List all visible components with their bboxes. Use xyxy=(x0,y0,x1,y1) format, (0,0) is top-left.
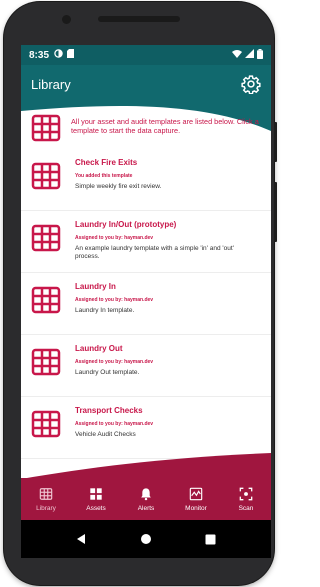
home-icon[interactable] xyxy=(138,531,154,547)
assets-icon xyxy=(90,487,102,500)
settings-gear-icon[interactable] xyxy=(241,74,261,95)
template-meta: Assigned to you by: hayman.dev xyxy=(75,297,154,303)
template-grid-icon xyxy=(31,223,61,253)
template-grid-icon xyxy=(31,161,61,191)
wifi-icon xyxy=(232,49,242,61)
template-info: Laundry In Assigned to you by: hayman.dev… xyxy=(75,281,245,315)
phone-frame: 8:35 Library All your asset and audit te… xyxy=(4,2,277,585)
front-camera xyxy=(62,15,71,24)
sync-icon xyxy=(54,49,63,61)
template-name: Laundry In/Out (prototype) xyxy=(75,220,177,229)
scan-icon xyxy=(239,487,253,500)
template-grid-icon xyxy=(31,409,61,439)
nav-monitor-label: Monitor xyxy=(185,504,207,512)
template-list-area: All your asset and audit templates are l… xyxy=(21,103,271,478)
power-button xyxy=(274,122,277,162)
nav-library[interactable]: Library xyxy=(21,478,71,520)
nav-scan[interactable]: Scan xyxy=(221,478,271,520)
app-bar: Library xyxy=(21,65,271,103)
page-title: Library xyxy=(31,76,71,92)
screen: 8:35 Library All your asset and audit te… xyxy=(21,45,271,558)
template-info: Laundry In/Out (prototype) Assigned to yo… xyxy=(75,219,245,261)
nav-scan-label: Scan xyxy=(238,504,254,512)
template-meta: Assigned to you by: hayman.dev xyxy=(75,421,154,427)
template-name: Check Fire Exits xyxy=(75,158,138,167)
signal-icon xyxy=(245,49,254,61)
system-navigation-bar xyxy=(21,520,271,558)
template-grid-icon xyxy=(31,285,61,315)
template-row[interactable]: Transport Checks Assigned to you by: haym… xyxy=(21,397,271,459)
template-description: Laundry Out template. xyxy=(75,369,140,376)
library-intro: All your asset and audit templates are l… xyxy=(21,103,271,149)
template-row[interactable]: Laundry In Assigned to you by: hayman.dev… xyxy=(21,273,271,335)
volume-button xyxy=(274,182,277,242)
nav-assets[interactable]: Assets xyxy=(71,478,121,520)
template-info: Transport Checks Assigned to you by: haym… xyxy=(75,405,245,439)
sd-card-icon xyxy=(67,49,75,61)
template-meta: You added this template xyxy=(75,173,133,179)
earpiece-speaker xyxy=(98,16,180,22)
template-name: Transport Checks xyxy=(75,406,143,415)
template-row[interactable]: Laundry Out Assigned to you by: hayman.de… xyxy=(21,335,271,397)
template-meta: Assigned to you by: hayman.dev xyxy=(75,359,154,365)
library-intro-text: All your asset and audit templates are l… xyxy=(71,117,259,135)
bell-icon xyxy=(141,487,151,500)
template-description: Simple weekly fire exit review. xyxy=(75,183,162,190)
template-grid-icon xyxy=(31,113,61,143)
nav-library-label: Library xyxy=(36,504,56,512)
template-grid-icon xyxy=(31,347,61,377)
bottom-navigation: Library Assets Alerts Monitor Scan xyxy=(21,478,271,520)
monitor-icon xyxy=(189,487,203,500)
nav-alerts[interactable]: Alerts xyxy=(121,478,171,520)
template-description: Laundry In template. xyxy=(75,307,135,314)
template-meta: Assigned to you by: hayman.dev xyxy=(75,235,154,241)
template-info: Laundry Out Assigned to you by: hayman.de… xyxy=(75,343,245,377)
status-time: 8:35 xyxy=(29,49,50,61)
template-description: An example laundry template with a simpl… xyxy=(75,245,234,260)
template-info: Check Fire Exits You added this template S… xyxy=(75,157,245,191)
template-row[interactable]: Check Fire Exits You added this template S… xyxy=(21,149,271,211)
nav-monitor[interactable]: Monitor xyxy=(171,478,221,520)
status-bar: 8:35 xyxy=(21,45,271,65)
battery-icon xyxy=(257,48,263,62)
template-row[interactable]: Laundry In/Out (prototype) Assigned to yo… xyxy=(21,211,271,273)
template-name: Laundry In xyxy=(75,282,116,291)
nav-alerts-label: Alerts xyxy=(137,504,155,512)
library-icon xyxy=(39,487,53,500)
nav-assets-label: Assets xyxy=(86,504,106,512)
recents-icon[interactable] xyxy=(203,531,219,547)
template-list: Check Fire Exits You added this template S… xyxy=(21,149,271,459)
back-icon[interactable] xyxy=(73,531,89,547)
template-description: Vehicle Audit Checks xyxy=(75,431,136,438)
template-name: Laundry Out xyxy=(75,344,123,353)
